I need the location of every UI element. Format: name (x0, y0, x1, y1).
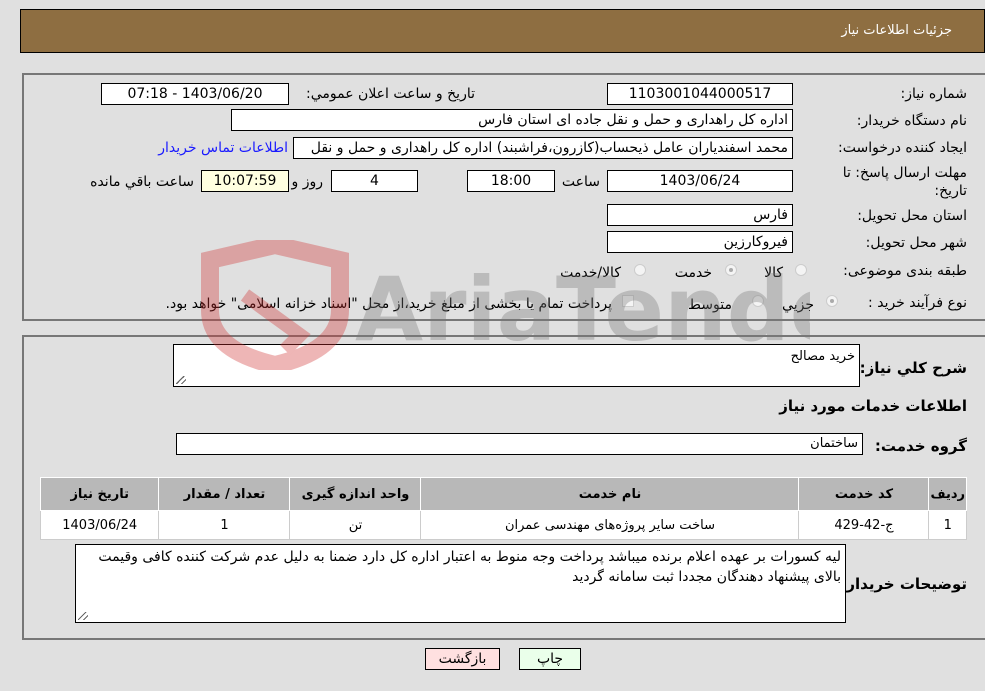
buyer-notes-label: توضیحات خریدار: (840, 575, 967, 593)
cell-row-number: 1 (928, 510, 967, 540)
general-desc-text: خرید مصالح (790, 349, 855, 364)
remaining-label: ساعت باقي مانده (90, 174, 194, 190)
need-number-label: شماره نیاز: (900, 86, 968, 102)
col-header-quantity: تعداد / مقدار (158, 477, 291, 511)
cell-need-date: 1403/06/24 (39, 510, 160, 540)
back-button[interactable]: بازگشت (425, 648, 500, 670)
category-radio-service[interactable] (725, 264, 737, 276)
col-header-unit: واحد اندازه گیری (289, 477, 422, 511)
treasury-checkbox[interactable] (622, 295, 634, 307)
announce-label: تاریخ و ساعت اعلان عمومي: (306, 86, 475, 102)
process-option-medium: متوسط (688, 297, 732, 313)
province-field: فارس (607, 204, 793, 226)
category-radio-goods[interactable] (795, 264, 807, 276)
service-group-label: گروه خدمت: (874, 437, 967, 455)
services-table: ردیف کد خدمت نام خدمت واحد اندازه گیری ت… (39, 477, 967, 540)
process-radio-minor[interactable] (826, 295, 838, 307)
table-header-row: ردیف کد خدمت نام خدمت واحد اندازه گیری ت… (39, 477, 967, 511)
category-option-service: خدمت (674, 265, 712, 281)
buyer-contact-link[interactable]: اطلاعات تماس خریدار (158, 140, 288, 156)
buyer-notes-textarea[interactable]: لیه کسورات بر عهده اعلام برنده میباشد پر… (75, 544, 846, 623)
col-header-service-name: نام خدمت (420, 477, 800, 511)
category-option-goods-service: کالا/خدمت (560, 265, 621, 281)
services-heading: اطلاعات خدمات مورد نیاز (779, 397, 967, 415)
remaining-time-field: 10:07:59 (201, 170, 289, 192)
need-number-field: 1103001044000517 (607, 83, 793, 105)
creator-label: ایجاد کننده درخواست: (838, 140, 967, 156)
print-button[interactable]: چاپ (519, 648, 581, 670)
general-desc-textarea[interactable]: خرید مصالح (173, 344, 860, 387)
resize-grip-icon[interactable] (78, 612, 88, 620)
buyer-org-label: نام دستگاه خریدار: (856, 113, 967, 129)
province-label: استان محل تحویل: (857, 208, 967, 224)
col-header-row-number: ردیف (928, 477, 967, 511)
general-desc-label: شرح کلي نیاز: (859, 359, 967, 377)
buyer-org-field: اداره کل راهداری و حمل و نقل جاده ای است… (231, 109, 793, 131)
deadline-time-label: ساعت (561, 174, 600, 190)
deadline-label-line2: تاریخ: (934, 183, 967, 199)
service-group-field: ساختمان (176, 433, 863, 455)
city-field: فیروکارزین (607, 231, 793, 253)
table-row: 1 ج-42-429 ساخت سایر پروژه‌های مهندسی عم… (39, 510, 967, 540)
treasury-checkbox-label: پرداخت تمام یا بخشی از مبلغ خرید،از محل … (165, 296, 612, 312)
resize-grip-icon[interactable] (176, 376, 186, 384)
deadline-label-line1: مهلت ارسال پاسخ: تا (842, 165, 967, 181)
creator-field: محمد اسفندیاران عامل ذیحساب(کازرون،فراشب… (293, 137, 793, 159)
cell-service-code: ج-42-429 (798, 510, 930, 540)
announce-datetime-field: 1403/06/20 - 07:18 (101, 83, 289, 105)
page-header: جزئیات اطلاعات نیاز (20, 9, 985, 53)
cell-unit: تن (289, 510, 422, 540)
col-header-service-code: کد خدمت (798, 477, 930, 511)
city-label: شهر محل تحویل: (865, 235, 967, 251)
process-label: نوع فرآیند خرید : (868, 295, 967, 311)
col-header-need-date: تاریخ نیاز (39, 477, 160, 511)
process-radio-medium[interactable] (752, 295, 764, 307)
category-option-goods: کالا (764, 265, 783, 281)
page-title: جزئیات اطلاعات نیاز (841, 23, 952, 38)
deadline-date-field: 1403/06/24 (607, 170, 793, 192)
cell-quantity: 1 (158, 510, 291, 540)
deadline-time-field: 18:00 (467, 170, 555, 192)
process-option-minor: جزيي (782, 297, 814, 313)
cell-service-name: ساخت سایر پروژه‌های مهندسی عمران (420, 510, 800, 540)
buyer-notes-text: لیه کسورات بر عهده اعلام برنده میباشد پر… (98, 549, 841, 585)
category-radio-goods-service[interactable] (634, 264, 646, 276)
days-label: روز و (291, 174, 324, 190)
category-label: طبقه بندی موضوعی: (843, 263, 967, 279)
remaining-days-field: 4 (331, 170, 418, 192)
